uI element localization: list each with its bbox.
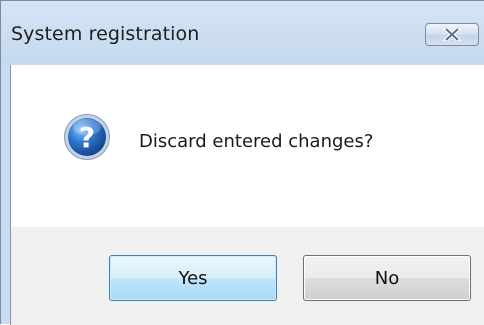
message-area: ? Discard entered changes? — [11, 65, 484, 227]
window-title: System registration — [11, 23, 200, 45]
question-icon: ? — [64, 114, 110, 160]
svg-text:?: ? — [79, 121, 95, 154]
dialog-message: Discard entered changes? — [139, 131, 374, 152]
close-icon — [444, 28, 460, 41]
dialog-window: System registration ? Discard entered ch… — [0, 0, 484, 325]
title-bar[interactable]: System registration — [1, 1, 484, 65]
dialog-body: ? Discard entered changes? Yes No — [10, 65, 484, 325]
no-button[interactable]: No — [303, 255, 471, 301]
yes-button-label: Yes — [178, 267, 208, 289]
yes-button[interactable]: Yes — [109, 255, 277, 301]
close-button[interactable] — [425, 23, 479, 46]
no-button-label: No — [374, 267, 400, 289]
